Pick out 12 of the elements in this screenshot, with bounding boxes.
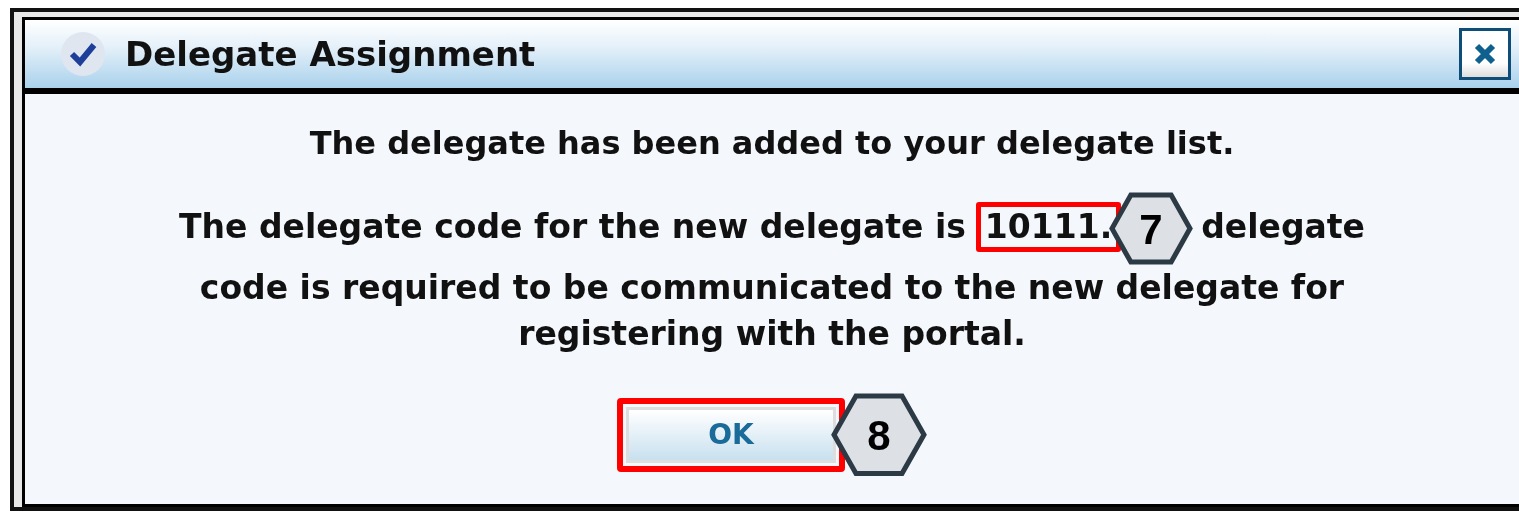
close-button[interactable] [1459, 28, 1511, 80]
message-text: delegate [1201, 207, 1365, 247]
message-text: code is required to be communicated to the new delegate for [199, 267, 1345, 310]
message-text: The delegate code for the new delegate is [179, 207, 966, 247]
ok-button[interactable]: OK [626, 406, 836, 463]
callout-badge: 7 [1109, 192, 1194, 266]
message-text: The delegate has been added to your delegate list. [309, 124, 1235, 162]
message-text: registering with the portal. [518, 313, 1026, 356]
close-icon [1473, 42, 1497, 66]
window-title: Delegate Assignment [125, 34, 537, 74]
checkmark-icon [59, 30, 107, 78]
callout-badge: 8 [831, 393, 927, 477]
